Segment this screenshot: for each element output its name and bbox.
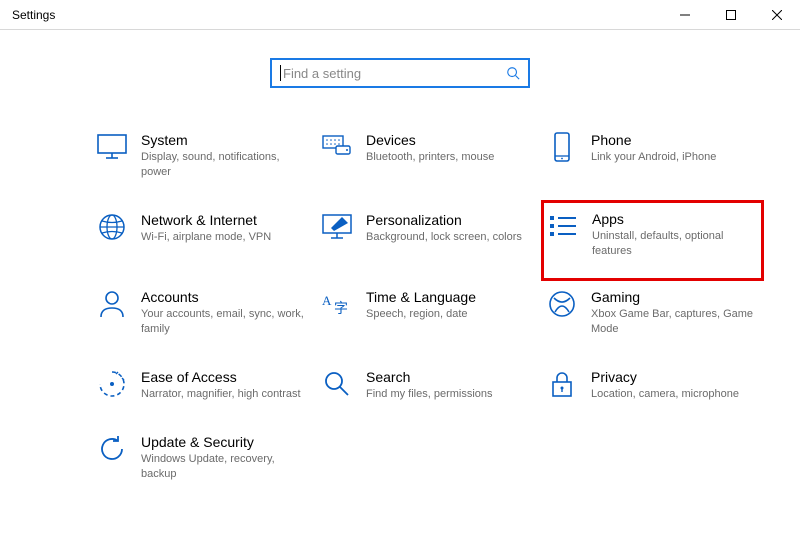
tile-title: Network & Internet: [141, 212, 271, 228]
tile-accounts[interactable]: Accounts Your accounts, email, sync, wor…: [95, 285, 310, 341]
search-input[interactable]: [283, 66, 506, 81]
tile-title: Gaming: [591, 289, 756, 305]
search-box[interactable]: [270, 58, 530, 88]
globe-icon: [97, 212, 127, 242]
window-title: Settings: [12, 8, 55, 22]
tile-desc: Uninstall, defaults, optional features: [592, 229, 757, 259]
phone-icon: [547, 132, 577, 162]
tile-system[interactable]: System Display, sound, notifications, po…: [95, 128, 310, 184]
tile-title: Phone: [591, 132, 716, 148]
lock-icon: [547, 369, 577, 399]
tile-desc: Display, sound, notifications, power: [141, 150, 306, 180]
minimize-button[interactable]: [662, 0, 708, 30]
close-button[interactable]: [754, 0, 800, 30]
tile-desc: Find my files, permissions: [366, 387, 493, 402]
language-icon: A字: [322, 289, 352, 319]
maximize-button[interactable]: [708, 0, 754, 30]
tile-desc: Bluetooth, printers, mouse: [366, 150, 494, 165]
text-cursor: [280, 65, 281, 81]
window-controls: [662, 0, 800, 30]
tile-search[interactable]: Search Find my files, permissions: [320, 365, 535, 406]
tile-desc: Your accounts, email, sync, work, family: [141, 307, 306, 337]
tile-title: Search: [366, 369, 493, 385]
tile-ease-of-access[interactable]: Ease of Access Narrator, magnifier, high…: [95, 365, 310, 406]
tile-update-security[interactable]: Update & Security Windows Update, recove…: [95, 430, 310, 486]
tile-privacy[interactable]: Privacy Location, camera, microphone: [545, 365, 760, 406]
tile-title: Update & Security: [141, 434, 306, 450]
tile-apps[interactable]: Apps Uninstall, defaults, optional featu…: [541, 200, 764, 282]
tile-desc: Link your Android, iPhone: [591, 150, 716, 165]
magnifier-icon: [322, 369, 352, 399]
search-icon: [506, 66, 520, 80]
tile-title: Accounts: [141, 289, 306, 305]
tile-personalization[interactable]: Personalization Background, lock screen,…: [320, 208, 535, 262]
update-icon: [97, 434, 127, 464]
tile-title: Ease of Access: [141, 369, 301, 385]
tile-desc: Xbox Game Bar, captures, Game Mode: [591, 307, 756, 337]
tile-phone[interactable]: Phone Link your Android, iPhone: [545, 128, 760, 184]
tile-network[interactable]: Network & Internet Wi-Fi, airplane mode,…: [95, 208, 310, 262]
tile-desc: Wi-Fi, airplane mode, VPN: [141, 230, 271, 245]
tile-gaming[interactable]: Gaming Xbox Game Bar, captures, Game Mod…: [545, 285, 760, 341]
paint-icon: [322, 212, 352, 242]
tile-desc: Windows Update, recovery, backup: [141, 452, 306, 482]
svg-text:A: A: [322, 293, 332, 308]
list-icon: [548, 211, 578, 241]
tile-desc: Location, camera, microphone: [591, 387, 739, 402]
search-wrap: [0, 58, 800, 88]
accessibility-icon: [97, 369, 127, 399]
tile-desc: Speech, region, date: [366, 307, 476, 322]
titlebar: Settings: [0, 0, 800, 30]
tile-title: Time & Language: [366, 289, 476, 305]
tile-title: Personalization: [366, 212, 522, 228]
display-icon: [97, 132, 127, 162]
tile-devices[interactable]: Devices Bluetooth, printers, mouse: [320, 128, 535, 184]
tile-title: Apps: [592, 211, 757, 227]
settings-grid: System Display, sound, notifications, po…: [95, 128, 800, 486]
tile-desc: Background, lock screen, colors: [366, 230, 522, 245]
person-icon: [97, 289, 127, 319]
tile-desc: Narrator, magnifier, high contrast: [141, 387, 301, 402]
tile-time-language[interactable]: A字 Time & Language Speech, region, date: [320, 285, 535, 341]
settings-home: System Display, sound, notifications, po…: [0, 30, 800, 486]
tile-title: Privacy: [591, 369, 739, 385]
keyboard-icon: [322, 132, 352, 162]
tile-title: System: [141, 132, 306, 148]
svg-text:字: 字: [334, 301, 348, 317]
tile-title: Devices: [366, 132, 494, 148]
xbox-icon: [547, 289, 577, 319]
